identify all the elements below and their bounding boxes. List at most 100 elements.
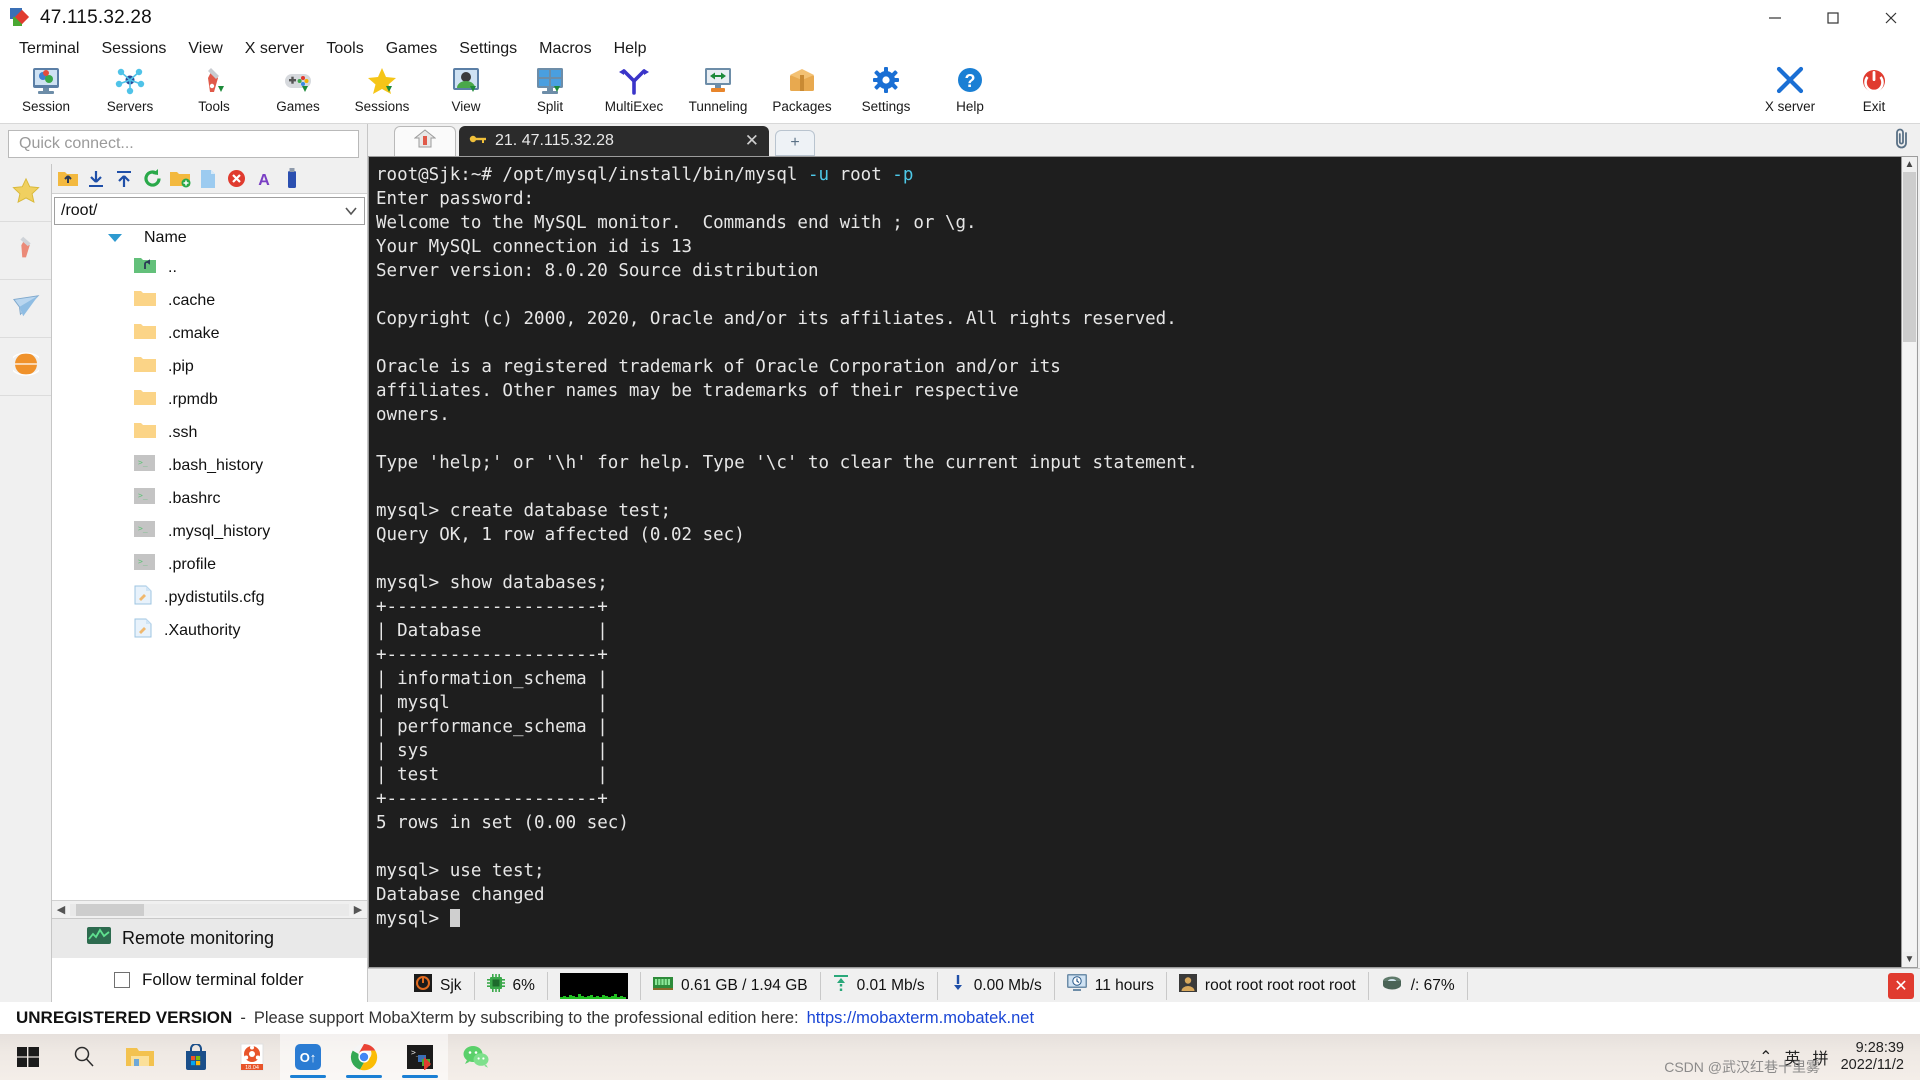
terminal-scroll-thumb[interactable] [1903,172,1916,342]
tab-home[interactable] [394,126,456,156]
follow-terminal-folder-row[interactable]: Follow terminal folder [52,958,367,1002]
terminal-scroll-track[interactable] [1903,172,1916,952]
list-item[interactable]: >_ .bashrc [52,482,367,515]
menu-games[interactable]: Games [375,38,449,60]
new-tab-button[interactable]: + [775,130,815,156]
list-item[interactable]: >_ .mysql_history [52,515,367,548]
scroll-track[interactable] [70,903,349,916]
terminal-line: mysql> show databases; [376,573,608,593]
ribbon-session-button[interactable]: Session [4,62,88,122]
ribbon-split-button[interactable]: Split [508,62,592,122]
scroll-thumb[interactable] [76,903,144,916]
status-cpu-usage[interactable]: 6% [475,971,548,1000]
tab-close-icon[interactable]: ✕ [727,131,759,151]
list-item[interactable]: .cmake [52,317,367,350]
outlook-button[interactable]: O↑ [280,1034,336,1080]
minimize-button[interactable] [1746,0,1804,36]
ribbon-servers-button[interactable]: Servers [88,62,172,122]
list-item[interactable]: >_ .profile [52,548,367,581]
status-memory-usage[interactable]: 0.61 GB / 1.94 GB [641,971,821,1000]
quick-connect-input[interactable]: Quick connect... [8,130,359,158]
file-tree-header[interactable]: Name [52,225,367,251]
folder-up-icon[interactable] [56,167,80,191]
maximize-button[interactable] [1804,0,1862,36]
download-arrow-icon[interactable] [84,167,108,191]
packages-box-icon [786,64,818,98]
ribbon-x-server-button[interactable]: X server [1748,62,1832,122]
list-item[interactable]: .pip [52,350,367,383]
ribbon-games-button[interactable]: Games [256,62,340,122]
sidebar-tab-tools[interactable] [0,222,51,280]
status-disk-usage[interactable]: /: 67% [1369,971,1468,1000]
menu-help[interactable]: Help [603,38,658,60]
list-item[interactable]: .cache [52,284,367,317]
refresh-circle-icon[interactable] [140,167,164,191]
status-cpu-graph[interactable] [548,971,641,1000]
start-button[interactable] [0,1034,56,1080]
tab-session[interactable]: 21. 47.115.32.28 ✕ [459,126,769,156]
menu-settings[interactable]: Settings [448,38,528,60]
mobaxterm-button[interactable]: >_ [392,1034,448,1080]
ribbon-multiexec-button[interactable]: MultiExec [592,62,676,122]
terminal-scrollbar[interactable]: ▲ ▼ [1901,157,1917,967]
sidebar-tab-sftp[interactable] [0,280,51,338]
scroll-left-icon[interactable]: ◀ [52,903,70,916]
list-item[interactable]: .pydistutils.cfg [52,581,367,614]
terminal-output[interactable]: root@Sjk:~# /opt/mysql/install/bin/mysql… [369,157,1901,967]
chevron-down-icon[interactable] [344,204,358,223]
new-file-icon[interactable] [196,167,220,191]
delete-red-x-icon[interactable] [224,167,248,191]
ribbon-tools-button[interactable]: Tools [172,62,256,122]
status-close-button[interactable]: ✕ [1888,972,1914,999]
wechat-button[interactable] [448,1034,504,1080]
ribbon-help-button[interactable]: ? Help [928,62,1012,122]
scroll-right-icon[interactable]: ▶ [349,903,367,916]
ribbon-tunneling-button[interactable]: Tunneling [676,62,760,122]
list-item[interactable]: >_ .bash_history [52,449,367,482]
paperclip-icon[interactable] [1892,128,1912,155]
status-uptime[interactable]: 11 hours [1055,971,1167,1000]
ubuntu-wsl-button[interactable]: 18.04 [224,1034,280,1080]
search-button[interactable] [56,1034,112,1080]
scroll-up-icon[interactable]: ▲ [1905,157,1915,172]
sidebar-tab-macros[interactable] [0,338,51,396]
close-button[interactable] [1862,0,1920,36]
menu-x-server[interactable]: X server [234,38,316,60]
ribbon-exit-button[interactable]: Exit [1832,62,1916,122]
status-logged-users[interactable]: root root root root root [1167,971,1369,1000]
path-input[interactable]: /root/ [54,197,365,225]
ribbon-view-button[interactable]: View [424,62,508,122]
taskbar-clock[interactable]: 9:28:39 2022/11/2 [1841,1040,1910,1074]
taskbar-active-underline [290,1075,326,1078]
status-download-speed[interactable]: 0.00 Mb/s [938,971,1055,1000]
scroll-down-icon[interactable]: ▼ [1905,952,1915,967]
menu-macros[interactable]: Macros [528,38,602,60]
menu-view[interactable]: View [177,38,233,60]
file-explorer-button[interactable] [112,1034,168,1080]
microsoft-store-button[interactable] [168,1034,224,1080]
ribbon-packages-button[interactable]: Packages [760,62,844,122]
ribbon-settings-button[interactable]: Settings [844,62,928,122]
menu-terminal[interactable]: Terminal [8,38,90,60]
banner-link[interactable]: https://mobaxterm.mobatek.net [807,1009,1034,1028]
upload-arrow-icon[interactable] [112,167,136,191]
status-host-name[interactable]: Sjk [402,971,475,1000]
list-item[interactable]: .. [52,251,367,284]
new-folder-icon[interactable] [168,167,192,191]
remote-monitoring-button[interactable]: Remote monitoring [52,918,367,958]
usb-stick-icon[interactable] [280,167,304,191]
follow-terminal-folder-checkbox[interactable] [114,972,130,988]
file-horizontal-scrollbar[interactable]: ◀ ▶ [52,900,367,918]
menu-sessions[interactable]: Sessions [90,38,177,60]
list-item[interactable]: .Xauthority [52,614,367,647]
chrome-button[interactable] [336,1034,392,1080]
menu-bar: Terminal Sessions View X server Tools Ga… [0,36,1920,62]
sidebar-tab-sessions[interactable] [0,164,51,222]
ribbon-sessions-button[interactable]: Sessions [340,62,424,122]
list-item[interactable]: .ssh [52,416,367,449]
ribbon-packages-label: Packages [772,99,832,114]
menu-tools[interactable]: Tools [315,38,374,60]
list-item[interactable]: .rpmdb [52,383,367,416]
status-upload-speed[interactable]: 0.01 Mb/s [821,971,938,1000]
text-A-icon[interactable]: A [252,167,276,191]
